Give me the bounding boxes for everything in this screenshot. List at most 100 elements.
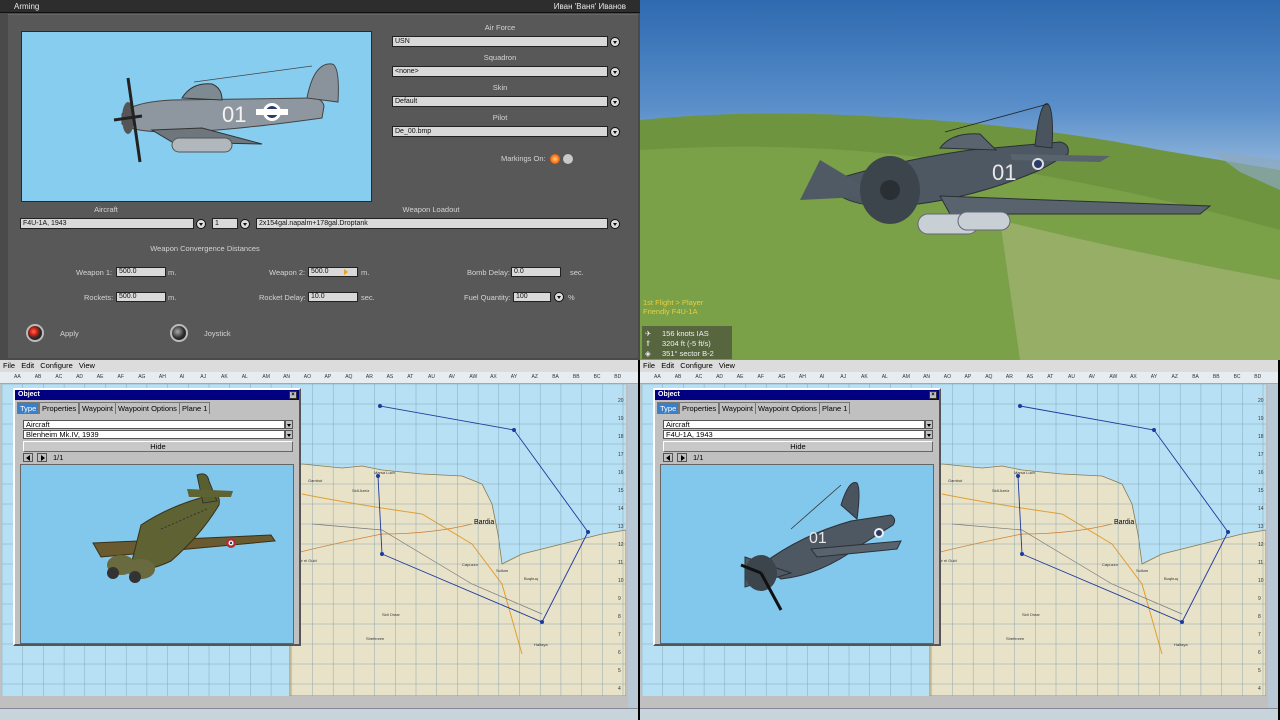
pilot-dropdown-icon[interactable]: [610, 127, 620, 137]
apply-button[interactable]: [26, 324, 44, 342]
aircraft-type-dropdown-icon[interactable]: [925, 430, 933, 439]
fuel-quantity-input[interactable]: 100: [513, 292, 551, 302]
column-label: AP: [964, 374, 972, 380]
column-label: AY: [510, 374, 518, 380]
row-label: 4: [1258, 686, 1261, 692]
menu-view[interactable]: View: [719, 361, 735, 370]
tab-waypoint[interactable]: Waypoint: [719, 402, 756, 414]
row-label: 11: [1258, 560, 1263, 566]
hud-speed: 156 knots IAS: [662, 329, 709, 338]
row-label: 10: [618, 578, 624, 584]
rocket-delay-input[interactable]: 10.0: [308, 292, 358, 302]
bomb-delay-input[interactable]: 0.0: [511, 267, 561, 277]
place-label-capuzzo: Capuzzo: [462, 562, 479, 567]
pilot-select[interactable]: De_00.bmp: [392, 126, 608, 137]
object-tabs: Type Properties Waypoint Waypoint Option…: [15, 402, 299, 415]
place-label-buqbuq: Buqbuq: [1164, 576, 1178, 581]
column-label: AK: [861, 374, 868, 380]
menu-file[interactable]: File: [3, 361, 15, 370]
category-select[interactable]: Aircraft: [23, 420, 285, 429]
menu-edit[interactable]: Edit: [661, 361, 674, 370]
place-label-sidi-azeiz: Sidi Azeiz: [352, 488, 369, 493]
menu-view[interactable]: View: [79, 361, 95, 370]
next-page-icon[interactable]: [677, 453, 687, 462]
column-label: AI: [179, 374, 185, 380]
weapon1-input[interactable]: 500.0: [116, 267, 166, 277]
menu-edit[interactable]: Edit: [21, 361, 34, 370]
column-label: AR: [1005, 374, 1013, 380]
skin-select[interactable]: Default: [392, 96, 608, 107]
markings-toggle[interactable]: [550, 153, 576, 165]
convergence-label: Weapon Convergence Distances: [150, 244, 260, 253]
place-label-gambut: Gambut: [308, 478, 323, 483]
weapon2-spin-icon[interactable]: [344, 268, 350, 276]
column-label: BC: [593, 374, 601, 380]
squadron-dropdown-icon[interactable]: [610, 67, 620, 77]
tab-properties[interactable]: Properties: [679, 402, 720, 414]
tab-waypoint-options[interactable]: Waypoint Options: [115, 402, 180, 414]
place-label-sollum: Sollum: [496, 568, 509, 573]
vertical-scrollbar[interactable]: [1268, 384, 1278, 708]
category-select[interactable]: Aircraft: [663, 420, 925, 429]
weapon2-input[interactable]: 500.0: [308, 267, 358, 277]
object-preview: [20, 464, 294, 644]
menu-configure[interactable]: Configure: [680, 361, 713, 370]
air-force-dropdown-icon[interactable]: [610, 37, 620, 47]
prev-page-icon[interactable]: [663, 453, 673, 462]
tab-type[interactable]: Type: [657, 402, 680, 414]
menu-file[interactable]: File: [643, 361, 655, 370]
tab-properties[interactable]: Properties: [39, 402, 80, 414]
flight-3d-view: 01 1st Flight > Player Friendly F4U-1A: [640, 0, 1280, 360]
horizontal-scrollbar[interactable]: [640, 708, 1278, 720]
tab-waypoint[interactable]: Waypoint: [79, 402, 116, 414]
aircraft-type-select[interactable]: Blenheim Mk.IV, 1939: [23, 430, 285, 439]
place-label-buqbuq: Buqbuq: [524, 576, 538, 581]
waypoint-marker: [1152, 428, 1156, 432]
tab-plane-1[interactable]: Plane 1: [819, 402, 851, 414]
menu-configure[interactable]: Configure: [40, 361, 73, 370]
weapon-loadout-select[interactable]: 2x154gal.napalm+178gal.Droptank: [256, 218, 608, 229]
next-page-icon[interactable]: [37, 453, 47, 462]
row-label: 20: [618, 398, 624, 404]
corsair-preview-image: 01: [113, 63, 339, 163]
apply-label: Apply: [60, 329, 79, 338]
column-label: AL: [241, 374, 248, 380]
hide-button[interactable]: Hide: [23, 441, 293, 452]
object-window: Object × Type Properties Waypoint Waypoi…: [13, 388, 301, 646]
category-dropdown-icon[interactable]: [285, 420, 293, 429]
aircraft-select[interactable]: F4U-1A, 1943: [20, 218, 194, 229]
hide-button[interactable]: Hide: [663, 441, 933, 452]
close-icon[interactable]: ×: [929, 391, 937, 399]
prev-page-icon[interactable]: [23, 453, 33, 462]
waypoint-marker: [1226, 530, 1230, 534]
heading-icon: ◈: [645, 349, 651, 358]
skin-dropdown-icon[interactable]: [610, 97, 620, 107]
tab-type[interactable]: Type: [17, 402, 40, 414]
tab-waypoint-options[interactable]: Waypoint Options: [755, 402, 820, 414]
air-force-select[interactable]: USN: [392, 36, 608, 47]
squadron-select[interactable]: <none>: [392, 66, 608, 77]
category-dropdown-icon[interactable]: [925, 420, 933, 429]
weapon-loadout-dropdown-icon[interactable]: [610, 219, 620, 229]
hud-heading: 351° sector B-2: [662, 349, 714, 358]
column-label: AJ: [200, 374, 207, 380]
vertical-scrollbar[interactable]: [628, 384, 638, 708]
column-label: AO: [303, 374, 312, 380]
fuel-dropdown-icon[interactable]: [554, 292, 564, 302]
aircraft-dropdown-icon[interactable]: [196, 219, 206, 229]
aircraft-type-select[interactable]: F4U-1A, 1943: [663, 430, 925, 439]
row-label: 12: [618, 542, 624, 548]
column-label: AX: [490, 374, 497, 380]
blenheim-image: [92, 473, 276, 583]
joystick-button[interactable]: [170, 324, 188, 342]
count-dropdown-icon[interactable]: [240, 219, 250, 229]
count-select[interactable]: 1: [212, 218, 238, 229]
aircraft-type-dropdown-icon[interactable]: [285, 430, 293, 439]
horizontal-scrollbar[interactable]: [0, 708, 638, 720]
rockets-input[interactable]: 500.0: [116, 292, 166, 302]
column-label: AK: [221, 374, 228, 380]
close-icon[interactable]: ×: [289, 391, 297, 399]
tab-plane-1[interactable]: Plane 1: [179, 402, 211, 414]
3d-scene: 01: [640, 103, 1280, 360]
row-label: 9: [1258, 596, 1261, 602]
